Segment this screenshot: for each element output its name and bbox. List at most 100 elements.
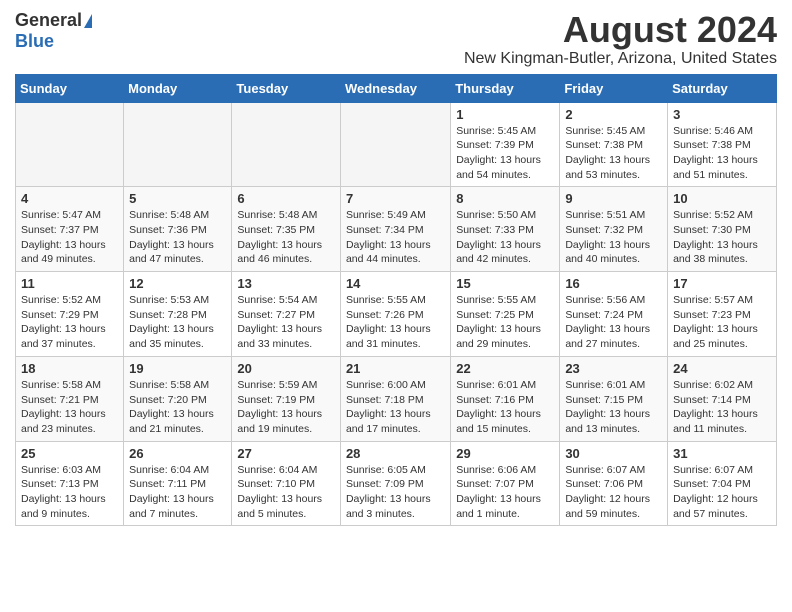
- calendar-cell: 8Sunrise: 5:50 AM Sunset: 7:33 PM Daylig…: [451, 187, 560, 272]
- day-info: Sunrise: 5:52 AM Sunset: 7:30 PM Dayligh…: [673, 208, 771, 267]
- calendar-cell: 12 Sunrise: 5:53 AM Sunset: 7:28 PM Dayli…: [124, 272, 232, 357]
- logo-blue-text: Blue: [15, 31, 54, 52]
- calendar-week-row: 11 Sunrise: 5:52 AM Sunset: 7:29 PM Dayli…: [16, 272, 777, 357]
- calendar-cell: 2 Sunrise: 5:45 AM Sunset: 7:38 PM Daylig…: [560, 102, 668, 187]
- calendar-header-row: SundayMondayTuesdayWednesdayThursdayFrid…: [16, 74, 777, 102]
- day-number: 29: [456, 446, 554, 461]
- calendar-cell: 7 Sunrise: 5:49 AM Sunset: 7:34 PM Daylig…: [340, 187, 450, 272]
- day-number: 6: [237, 191, 335, 206]
- calendar-cell: 20 Sunrise: 5:59 AM Sunset: 7:19 PM Dayli…: [232, 356, 341, 441]
- day-info: Sunrise: 5:50 AM Sunset: 7:33 PM Dayligh…: [456, 208, 554, 267]
- day-info: Sunrise: 6:03 AM Sunset: 7:13 PM Dayligh…: [21, 463, 118, 522]
- calendar-cell: 23 Sunrise: 6:01 AM Sunset: 7:15 PM Dayli…: [560, 356, 668, 441]
- day-number: 2: [565, 107, 662, 122]
- day-info: Sunrise: 5:58 AM Sunset: 7:21 PM Dayligh…: [21, 378, 118, 437]
- calendar-cell: [124, 102, 232, 187]
- calendar-cell: 10 Sunrise: 5:52 AM Sunset: 7:30 PM Dayli…: [668, 187, 777, 272]
- day-number: 5: [129, 191, 226, 206]
- calendar-cell: 18Sunrise: 5:58 AM Sunset: 7:21 PM Dayli…: [16, 356, 124, 441]
- day-info: Sunrise: 5:51 AM Sunset: 7:32 PM Dayligh…: [565, 208, 662, 267]
- day-number: 12: [129, 276, 226, 291]
- day-of-week-header: Tuesday: [232, 74, 341, 102]
- day-info: Sunrise: 5:55 AM Sunset: 7:25 PM Dayligh…: [456, 293, 554, 352]
- day-number: 23: [565, 361, 662, 376]
- calendar-cell: 6 Sunrise: 5:48 AM Sunset: 7:35 PM Daylig…: [232, 187, 341, 272]
- day-info: Sunrise: 5:47 AM Sunset: 7:37 PM Dayligh…: [21, 208, 118, 267]
- day-info: Sunrise: 5:53 AM Sunset: 7:28 PM Dayligh…: [129, 293, 226, 352]
- calendar-cell: 28Sunrise: 6:05 AM Sunset: 7:09 PM Dayli…: [340, 441, 450, 526]
- day-info: Sunrise: 6:04 AM Sunset: 7:11 PM Dayligh…: [129, 463, 226, 522]
- calendar-cell: 25 Sunrise: 6:03 AM Sunset: 7:13 PM Dayli…: [16, 441, 124, 526]
- day-number: 16: [565, 276, 662, 291]
- day-info: Sunrise: 6:02 AM Sunset: 7:14 PM Dayligh…: [673, 378, 771, 437]
- calendar-cell: 31 Sunrise: 6:07 AM Sunset: 7:04 PM Dayli…: [668, 441, 777, 526]
- day-info: Sunrise: 5:45 AM Sunset: 7:39 PM Dayligh…: [456, 124, 554, 183]
- calendar-cell: 14 Sunrise: 5:55 AM Sunset: 7:26 PM Dayli…: [340, 272, 450, 357]
- day-number: 10: [673, 191, 771, 206]
- calendar-cell: 27Sunrise: 6:04 AM Sunset: 7:10 PM Dayli…: [232, 441, 341, 526]
- calendar-cell: [232, 102, 341, 187]
- day-info: Sunrise: 6:04 AM Sunset: 7:10 PM Dayligh…: [237, 463, 335, 522]
- calendar-cell: 16 Sunrise: 5:56 AM Sunset: 7:24 PM Dayli…: [560, 272, 668, 357]
- day-number: 13: [237, 276, 335, 291]
- day-info: Sunrise: 6:01 AM Sunset: 7:15 PM Dayligh…: [565, 378, 662, 437]
- day-info: Sunrise: 5:48 AM Sunset: 7:36 PM Dayligh…: [129, 208, 226, 267]
- day-number: 20: [237, 361, 335, 376]
- calendar-body: 1Sunrise: 5:45 AM Sunset: 7:39 PM Daylig…: [16, 102, 777, 526]
- day-number: 17: [673, 276, 771, 291]
- day-number: 11: [21, 276, 118, 291]
- day-of-week-header: Saturday: [668, 74, 777, 102]
- day-number: 14: [346, 276, 445, 291]
- calendar-week-row: 18Sunrise: 5:58 AM Sunset: 7:21 PM Dayli…: [16, 356, 777, 441]
- day-number: 9: [565, 191, 662, 206]
- day-info: Sunrise: 6:07 AM Sunset: 7:04 PM Dayligh…: [673, 463, 771, 522]
- calendar-week-row: 1Sunrise: 5:45 AM Sunset: 7:39 PM Daylig…: [16, 102, 777, 187]
- day-number: 4: [21, 191, 118, 206]
- logo: General Blue: [15, 10, 92, 52]
- day-info: Sunrise: 5:59 AM Sunset: 7:19 PM Dayligh…: [237, 378, 335, 437]
- calendar-cell: 4 Sunrise: 5:47 AM Sunset: 7:37 PM Daylig…: [16, 187, 124, 272]
- main-title: August 2024: [464, 10, 777, 50]
- day-info: Sunrise: 5:48 AM Sunset: 7:35 PM Dayligh…: [237, 208, 335, 267]
- calendar-cell: 3 Sunrise: 5:46 AM Sunset: 7:38 PM Daylig…: [668, 102, 777, 187]
- day-number: 21: [346, 361, 445, 376]
- calendar-cell: 29Sunrise: 6:06 AM Sunset: 7:07 PM Dayli…: [451, 441, 560, 526]
- day-info: Sunrise: 5:55 AM Sunset: 7:26 PM Dayligh…: [346, 293, 445, 352]
- calendar-cell: [16, 102, 124, 187]
- calendar-cell: 5 Sunrise: 5:48 AM Sunset: 7:36 PM Daylig…: [124, 187, 232, 272]
- day-number: 31: [673, 446, 771, 461]
- header: General Blue August 2024 New Kingman-But…: [15, 10, 777, 68]
- title-area: August 2024 New Kingman-Butler, Arizona,…: [464, 10, 777, 68]
- subtitle: New Kingman-Butler, Arizona, United Stat…: [464, 50, 777, 68]
- day-info: Sunrise: 5:57 AM Sunset: 7:23 PM Dayligh…: [673, 293, 771, 352]
- day-of-week-header: Thursday: [451, 74, 560, 102]
- calendar-cell: 19Sunrise: 5:58 AM Sunset: 7:20 PM Dayli…: [124, 356, 232, 441]
- day-number: 7: [346, 191, 445, 206]
- day-of-week-header: Monday: [124, 74, 232, 102]
- calendar-cell: 13 Sunrise: 5:54 AM Sunset: 7:27 PM Dayli…: [232, 272, 341, 357]
- day-number: 15: [456, 276, 554, 291]
- day-number: 24: [673, 361, 771, 376]
- day-number: 3: [673, 107, 771, 122]
- calendar-cell: 22 Sunrise: 6:01 AM Sunset: 7:16 PM Dayli…: [451, 356, 560, 441]
- day-number: 22: [456, 361, 554, 376]
- day-info: Sunrise: 5:45 AM Sunset: 7:38 PM Dayligh…: [565, 124, 662, 183]
- day-info: Sunrise: 5:54 AM Sunset: 7:27 PM Dayligh…: [237, 293, 335, 352]
- day-of-week-header: Friday: [560, 74, 668, 102]
- day-number: 28: [346, 446, 445, 461]
- day-info: Sunrise: 6:01 AM Sunset: 7:16 PM Dayligh…: [456, 378, 554, 437]
- calendar-cell: 11 Sunrise: 5:52 AM Sunset: 7:29 PM Dayli…: [16, 272, 124, 357]
- calendar-cell: 1Sunrise: 5:45 AM Sunset: 7:39 PM Daylig…: [451, 102, 560, 187]
- day-number: 25: [21, 446, 118, 461]
- calendar-cell: 9 Sunrise: 5:51 AM Sunset: 7:32 PM Daylig…: [560, 187, 668, 272]
- day-info: Sunrise: 5:56 AM Sunset: 7:24 PM Dayligh…: [565, 293, 662, 352]
- calendar-cell: 21Sunrise: 6:00 AM Sunset: 7:18 PM Dayli…: [340, 356, 450, 441]
- calendar-week-row: 25 Sunrise: 6:03 AM Sunset: 7:13 PM Dayli…: [16, 441, 777, 526]
- day-of-week-header: Sunday: [16, 74, 124, 102]
- day-info: Sunrise: 5:49 AM Sunset: 7:34 PM Dayligh…: [346, 208, 445, 267]
- day-number: 19: [129, 361, 226, 376]
- day-number: 30: [565, 446, 662, 461]
- day-info: Sunrise: 5:52 AM Sunset: 7:29 PM Dayligh…: [21, 293, 118, 352]
- day-info: Sunrise: 5:46 AM Sunset: 7:38 PM Dayligh…: [673, 124, 771, 183]
- calendar-cell: 24 Sunrise: 6:02 AM Sunset: 7:14 PM Dayli…: [668, 356, 777, 441]
